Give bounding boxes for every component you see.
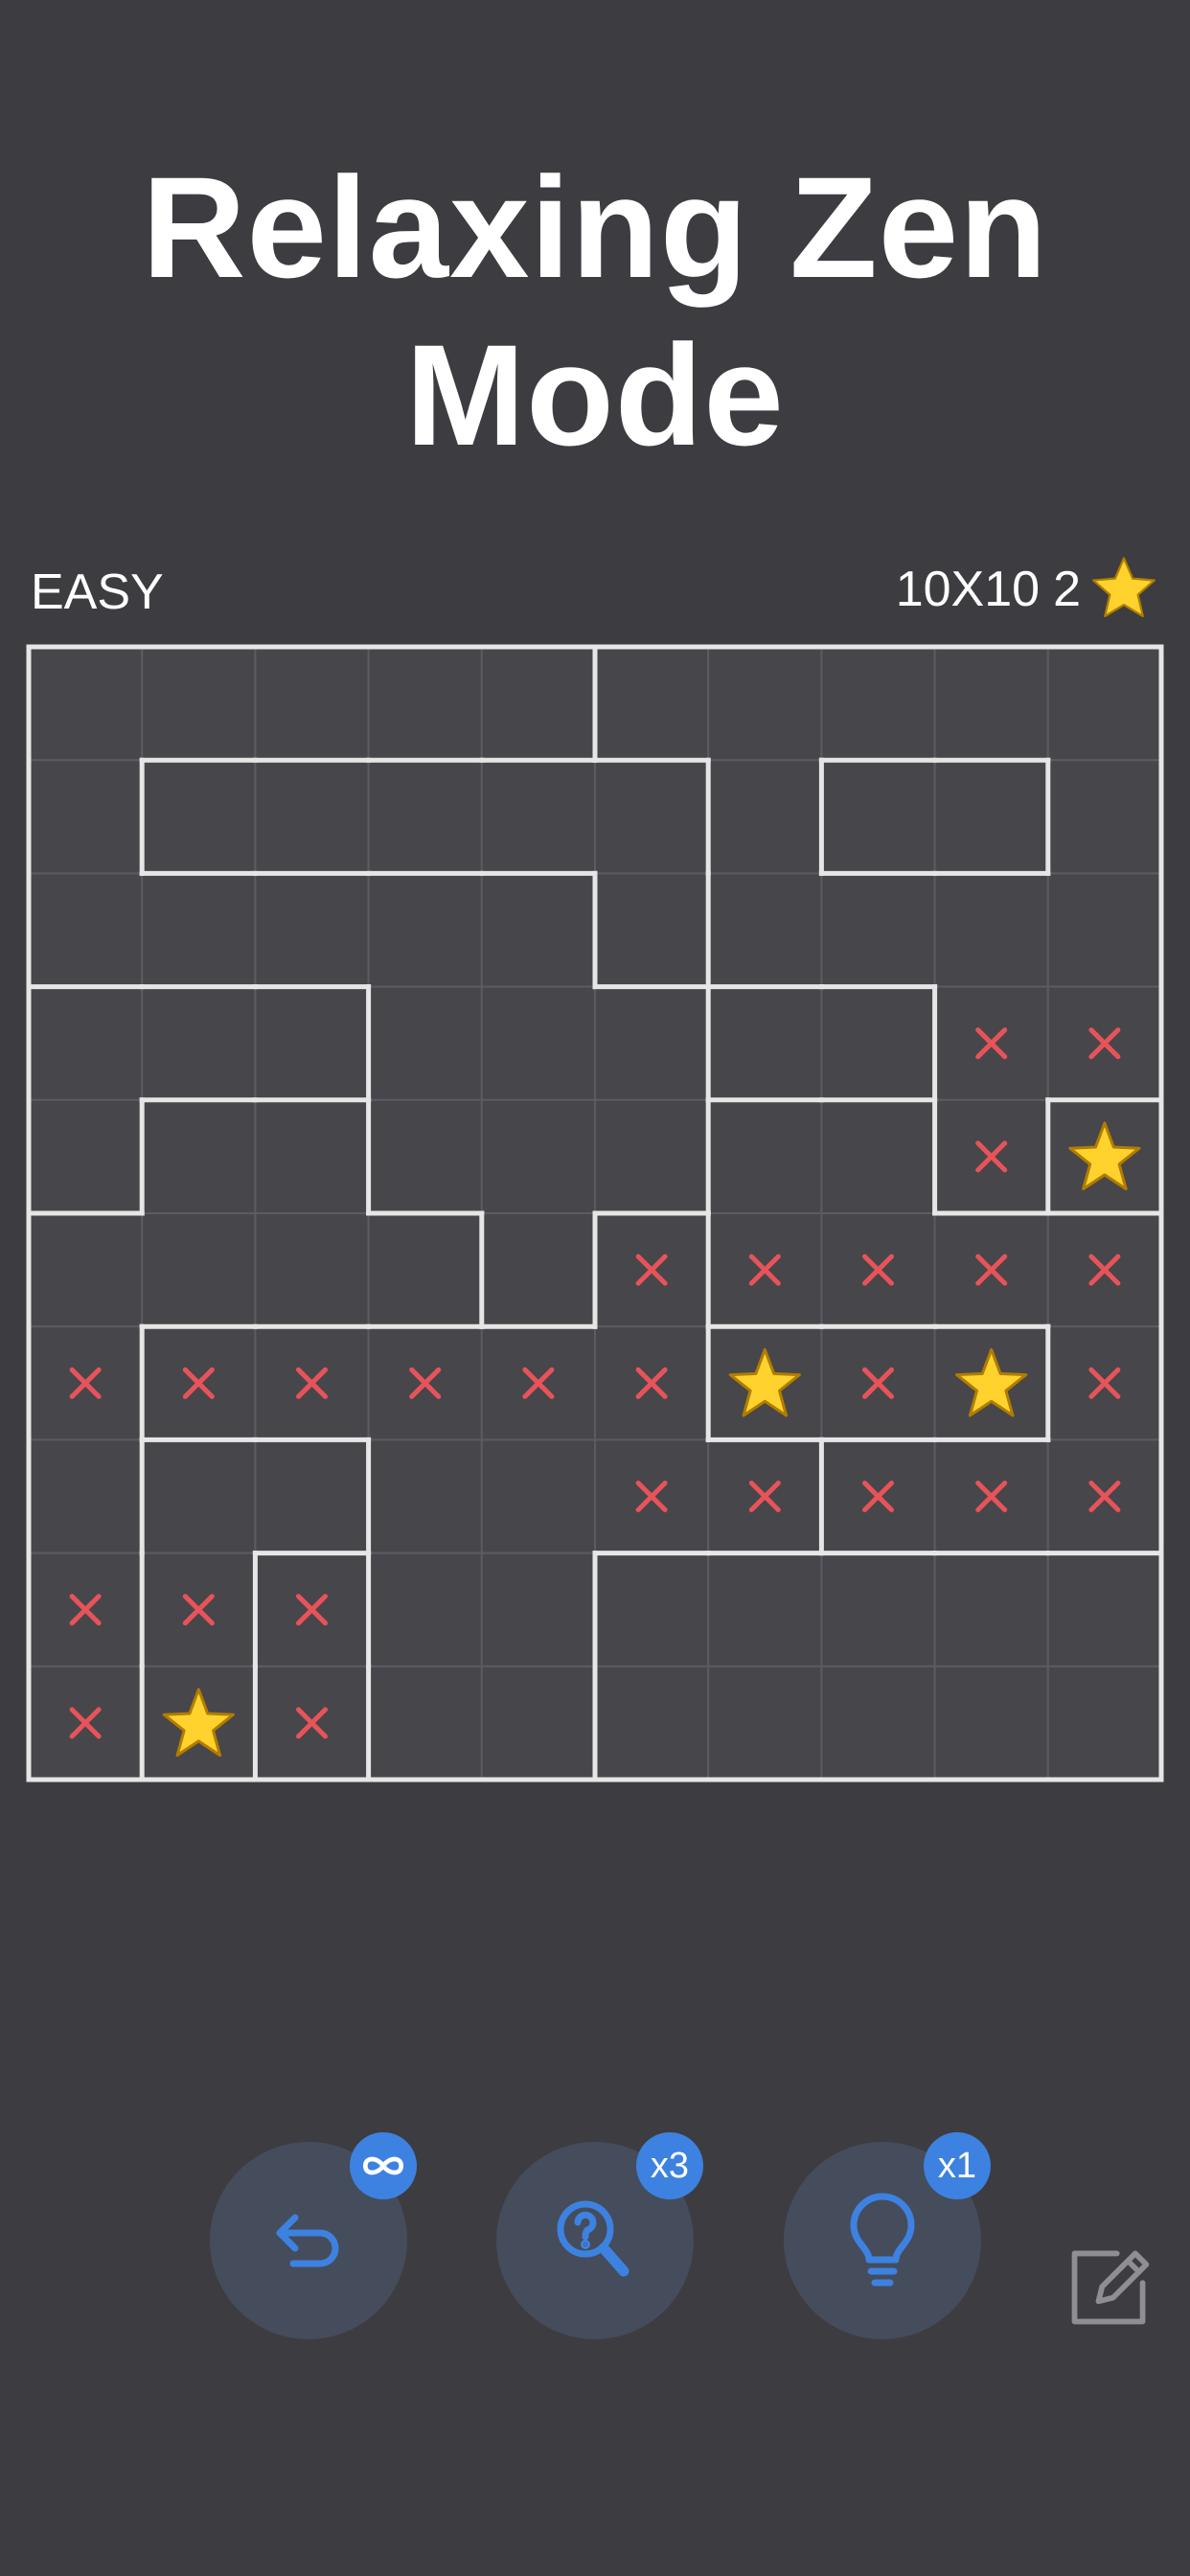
board-cell[interactable] [933, 1665, 1049, 1782]
board-cell[interactable] [28, 872, 144, 988]
board-cell[interactable] [480, 1212, 596, 1328]
board-cell[interactable] [367, 1665, 483, 1782]
board-cell[interactable] [820, 1552, 936, 1668]
board-cell[interactable] [480, 872, 596, 988]
undo-icon [276, 2214, 339, 2267]
board-cell[interactable] [707, 1665, 823, 1782]
board-cell[interactable] [254, 985, 370, 1101]
board-cell[interactable] [820, 872, 936, 988]
board-cell[interactable] [594, 646, 710, 762]
board-cell[interactable] [594, 872, 710, 988]
board-cell[interactable] [933, 1552, 1049, 1668]
board-cell[interactable] [28, 1212, 144, 1328]
board-cell[interactable] [820, 759, 936, 875]
board-cell[interactable] [594, 1552, 710, 1668]
board-cell[interactable] [820, 1098, 936, 1214]
board-cell[interactable] [594, 1665, 710, 1782]
title-line-2: Mode [405, 314, 785, 475]
board-cell[interactable] [141, 872, 257, 988]
board-cell[interactable] [594, 985, 710, 1101]
reveal-button[interactable]: x1 [784, 2132, 991, 2339]
board-cell[interactable] [594, 759, 710, 875]
board-cell[interactable] [28, 1098, 144, 1214]
stars-per-region-count: 2 [1053, 562, 1081, 617]
board-cell[interactable] [141, 985, 257, 1101]
board-cell[interactable] [254, 1212, 370, 1328]
board-cell[interactable] [1046, 759, 1163, 875]
hint-button[interactable]: x3 [496, 2132, 703, 2339]
game-board [26, 644, 1164, 1782]
board-cell[interactable] [141, 1438, 257, 1554]
undo-unlimited-badge [350, 2132, 417, 2199]
magnifier-question-icon [557, 2200, 629, 2277]
toolbar: x3 x1 [0, 2132, 1190, 2353]
lightbulb-icon [850, 2193, 915, 2287]
board-cell[interactable] [707, 1098, 823, 1214]
board-cell[interactable] [480, 1552, 596, 1668]
board-cell[interactable] [480, 1438, 596, 1554]
board-cell[interactable] [141, 759, 257, 875]
star-icon [1092, 557, 1156, 618]
board-cell[interactable] [1046, 872, 1163, 988]
board-cell[interactable] [367, 1098, 483, 1214]
board-cell[interactable] [367, 1212, 483, 1328]
board-cell[interactable] [28, 646, 144, 762]
board-cell[interactable] [480, 985, 596, 1101]
board-cell[interactable] [594, 1098, 710, 1214]
board-cell[interactable] [28, 985, 144, 1101]
board-cell[interactable] [367, 872, 483, 988]
board-cell[interactable] [254, 1438, 370, 1554]
board-cell[interactable] [707, 759, 823, 875]
board-cell[interactable] [933, 759, 1049, 875]
board-cell[interactable] [1046, 1665, 1163, 1782]
undo-button[interactable] [210, 2132, 417, 2339]
board-cell[interactable] [820, 1665, 936, 1782]
board-cell[interactable] [820, 646, 936, 762]
reveal-count-badge: x1 [924, 2132, 991, 2199]
board-cell[interactable] [933, 646, 1049, 762]
difficulty-label: EASY [31, 564, 164, 620]
infinity-icon [362, 2156, 404, 2175]
board-cell[interactable] [367, 985, 483, 1101]
board-cell[interactable] [28, 759, 144, 875]
board-cell[interactable] [707, 646, 823, 762]
board-cell[interactable] [707, 872, 823, 988]
puzzle-info: 10X10 2 [896, 554, 1159, 625]
board-cell[interactable] [28, 1438, 144, 1554]
board-cell[interactable] [480, 1665, 596, 1782]
board-cell[interactable] [1046, 1552, 1163, 1668]
board-cell[interactable] [254, 1098, 370, 1214]
board-cell[interactable] [480, 759, 596, 875]
board-cell[interactable] [254, 759, 370, 875]
board-cell[interactable] [141, 1212, 257, 1328]
board-cell[interactable] [367, 1438, 483, 1554]
edit-button[interactable] [1064, 2241, 1156, 2333]
board-cell[interactable] [820, 985, 936, 1101]
board-cell[interactable] [707, 985, 823, 1101]
board-cell[interactable] [707, 1552, 823, 1668]
board-cell[interactable] [141, 1098, 257, 1214]
board-cell[interactable] [254, 872, 370, 988]
page-title: Relaxing Zen Mode [0, 144, 1190, 479]
board-cell[interactable] [1046, 646, 1163, 762]
board-cell[interactable] [933, 872, 1049, 988]
board-cell[interactable] [480, 1098, 596, 1214]
hint-count-badge: x3 [636, 2132, 703, 2199]
board-cell[interactable] [367, 1552, 483, 1668]
edit-icon [1071, 2250, 1150, 2325]
title-line-1: Relaxing Zen [142, 147, 1048, 308]
board-cell[interactable] [141, 646, 257, 762]
board-cell[interactable] [254, 646, 370, 762]
board-cell[interactable] [367, 646, 483, 762]
board-cell[interactable] [480, 646, 596, 762]
grid-size-label: 10X10 [895, 562, 1041, 617]
board-cell[interactable] [367, 759, 483, 875]
